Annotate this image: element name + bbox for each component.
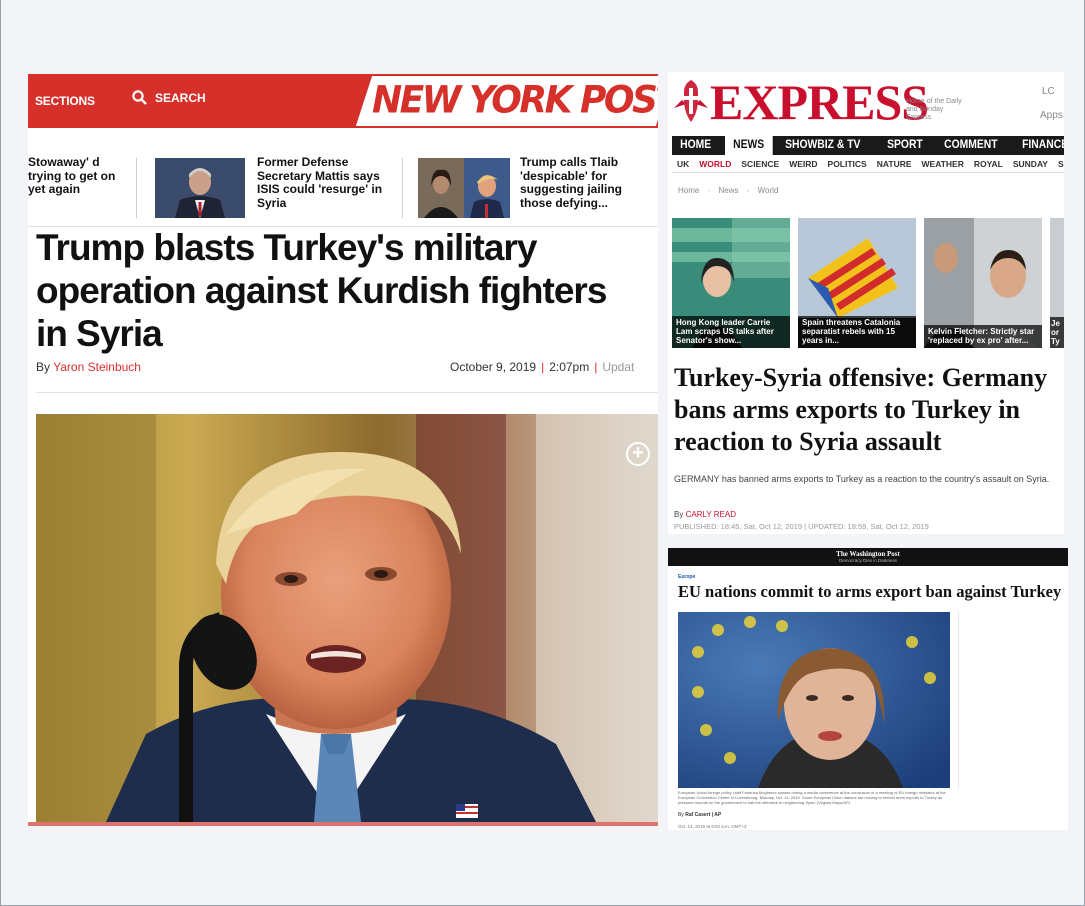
search-icon xyxy=(132,90,147,105)
subnav-item-sunday[interactable]: SUNDAY xyxy=(1008,155,1053,172)
related-story-3[interactable]: Trump calls Tlaib 'despicable' for sugge… xyxy=(520,155,650,210)
mattis-photo xyxy=(155,158,245,218)
login-link[interactable]: LC xyxy=(1042,86,1055,97)
author-link[interactable]: Raf Casert | AP xyxy=(685,812,721,818)
nypost-logo[interactable]: NEW YORK POST xyxy=(372,79,658,122)
sections-button[interactable]: SECTIONS xyxy=(35,94,95,108)
story-tile-caption: Je or Ty xyxy=(1050,317,1064,348)
author-link[interactable]: CARLY READ xyxy=(686,510,736,519)
section-kicker[interactable]: Europe xyxy=(678,574,695,580)
subnav-item-politics[interactable]: POLITICS xyxy=(823,155,872,172)
byline-separator xyxy=(36,392,658,393)
wapo-masthead-tagline: Democracy Dies in Darkness xyxy=(838,558,898,563)
date-separator: | xyxy=(541,360,545,374)
express-logo[interactable]: EXPRESS xyxy=(710,74,929,130)
nav-item-comment[interactable]: COMMENT xyxy=(936,136,1006,155)
publish-dates: PUBLISHED: 18:45, Sat, Oct 12, 2019 | UP… xyxy=(674,522,929,531)
article-byline: By Raf Casert | AP xyxy=(678,812,721,818)
photo-accent-bar xyxy=(28,822,658,826)
story-tile[interactable]: Kelvin Fletcher: Strictly star 'replaced… xyxy=(924,218,1042,348)
story-tile[interactable]: Je or Ty xyxy=(1050,218,1064,348)
related-story-2[interactable]: Former Defense Secretary Mattis says ISI… xyxy=(257,155,397,210)
nypost-header-bar: SECTIONS SEARCH NEW YORK POST xyxy=(28,74,658,128)
related-story-1[interactable]: Stowaway' d trying to get on yet again xyxy=(28,155,128,197)
express-story-tiles: Hong Kong leader Carrie Lam scraps US ta… xyxy=(672,218,1064,348)
mogherini-photo-graphic xyxy=(678,612,950,788)
story-tile[interactable]: Hong Kong leader Carrie Lam scraps US ta… xyxy=(672,218,790,348)
related-story-title: Trump calls Tlaib 'despicable' for sugge… xyxy=(520,155,623,210)
express-sub-nav: UK WORLD SCIENCE WEIRD POLITICS NATURE W… xyxy=(672,155,1064,173)
express-tagline: Home of the Daily and Sunday Express xyxy=(906,98,962,121)
related-story-title: Former Defense Secretary Mattis says ISI… xyxy=(257,155,383,210)
nav-item-news[interactable]: NEWS xyxy=(724,136,772,155)
nav-item-sport[interactable]: SPORT xyxy=(879,136,931,155)
story-tile[interactable]: Spain threatens Catalonia separatist reb… xyxy=(798,218,916,348)
article-standfirst: GERMANY has banned arms exports to Turke… xyxy=(674,474,1050,484)
article-time: 2:07pm xyxy=(549,360,590,374)
date-separator: | xyxy=(594,360,598,374)
article-date: October 9, 2019 xyxy=(450,360,537,374)
breadcrumb-world[interactable]: World xyxy=(758,186,779,195)
byline-prefix: By xyxy=(678,812,684,818)
trump-photo xyxy=(36,414,658,822)
column-divider xyxy=(958,612,959,788)
author-link[interactable]: Yaron Steinbuch xyxy=(53,360,141,374)
article-byline: By CARLY READ xyxy=(674,510,736,519)
story-tile-caption: Kelvin Fletcher: Strictly star 'replaced… xyxy=(924,325,1042,348)
wapo-panel: The Washington Post Democracy Dies in Da… xyxy=(668,548,1068,830)
article-headline: EU nations commit to arms export ban aga… xyxy=(678,582,1062,601)
article-byline: By Yaron Steinbuch xyxy=(36,360,141,374)
express-panel: EXPRESS Home of the Daily and Sunday Exp… xyxy=(668,72,1064,534)
story-tile-caption: Hong Kong leader Carrie Lam scraps US ta… xyxy=(672,316,790,348)
search-button[interactable]: SEARCH xyxy=(132,90,206,105)
article-headline: Turkey-Syria offensive: Germany bans arm… xyxy=(674,363,1048,456)
mogherini-photo[interactable] xyxy=(678,612,950,788)
nav-item-home[interactable]: HOME xyxy=(672,136,719,155)
article-headline: Trump blasts Turkey's military operation… xyxy=(36,227,607,354)
tlaib-trump-thumbnail[interactable] xyxy=(418,158,510,218)
wapo-masthead[interactable]: The Washington Post xyxy=(668,551,1068,558)
subnav-item-uk[interactable]: UK xyxy=(672,155,694,172)
breadcrumb-news[interactable]: News xyxy=(718,186,738,195)
byline-prefix: By xyxy=(36,360,51,374)
crusader-crest-icon xyxy=(674,80,708,122)
subnav-item-weird[interactable]: WEIRD xyxy=(784,155,822,172)
story-tile-caption: Spain threatens Catalonia separatist reb… xyxy=(798,316,916,348)
subnav-item-royal[interactable]: ROYAL xyxy=(969,155,1008,172)
subnav-item-nature[interactable]: NATURE xyxy=(872,155,917,172)
updated-label: Updat xyxy=(602,360,635,374)
nav-item-finance[interactable]: FINANCE xyxy=(1014,136,1064,155)
search-label: SEARCH xyxy=(155,90,206,105)
byline-prefix: By xyxy=(674,510,684,519)
breadcrumb: Home › News › World xyxy=(678,186,778,195)
breadcrumb-chevron-icon: › xyxy=(746,186,750,195)
subnav-item-weather[interactable]: WEATHER xyxy=(917,155,969,172)
breadcrumb-chevron-icon: › xyxy=(707,186,711,195)
subnav-item-sc[interactable]: SC xyxy=(1053,155,1064,172)
subnav-item-science[interactable]: SCIENCE xyxy=(736,155,784,172)
breadcrumb-home[interactable]: Home xyxy=(678,186,699,195)
expand-icon[interactable]: + xyxy=(626,442,650,466)
subnav-item-world[interactable]: WORLD xyxy=(694,155,736,172)
related-story-title: Stowaway' d trying to get on yet again xyxy=(28,155,116,196)
photo-caption: European Union foreign policy chief Fede… xyxy=(678,790,946,805)
trump-lead-photo[interactable]: + xyxy=(36,414,658,822)
related-stories-strip: Stowaway' d trying to get on yet again F… xyxy=(28,155,658,222)
apps-link[interactable]: Apps xyxy=(1040,110,1063,121)
article-dateline: October 9, 2019 | 2:07pm | Updat xyxy=(450,360,634,374)
nypost-panel: SECTIONS SEARCH NEW YORK POST Stowaway' … xyxy=(28,74,658,826)
nav-item-showbiz[interactable]: SHOWBIZ & TV xyxy=(777,136,869,155)
strip-divider xyxy=(402,158,403,218)
tlaib-trump-photo xyxy=(418,158,510,218)
strip-divider xyxy=(136,158,137,218)
express-main-nav: HOME NEWS SHOWBIZ & TV SPORT COMMENT FIN… xyxy=(672,136,1064,155)
mattis-thumbnail[interactable] xyxy=(155,158,245,218)
article-date: Oct. 14, 2019 at 9:02 a.m. GMT+3 xyxy=(678,824,747,829)
